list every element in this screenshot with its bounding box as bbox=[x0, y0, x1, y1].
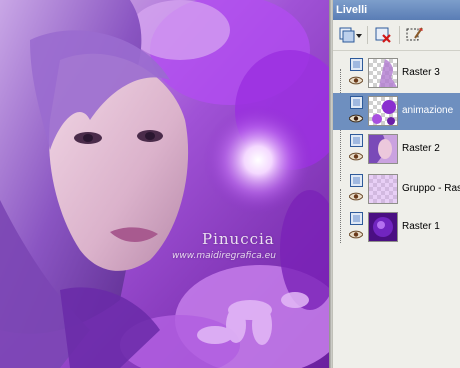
visibility-eye-icon[interactable] bbox=[349, 76, 363, 85]
watermark-url: www.maidiregrafica.eu bbox=[172, 251, 276, 261]
new-raster-layer-icon[interactable] bbox=[337, 25, 357, 45]
layers-list: Raster 3 animazione Raster 2 Gruppo - Ra… bbox=[333, 51, 460, 251]
layer-thumbnail bbox=[368, 212, 398, 242]
layer-thumbnail bbox=[368, 58, 398, 88]
layer-row-gruppo[interactable]: Gruppo - Ras bbox=[333, 171, 460, 208]
visibility-eye-icon[interactable] bbox=[349, 152, 363, 161]
canvas-artwork bbox=[0, 0, 329, 368]
panel-title[interactable]: Livelli bbox=[333, 0, 460, 20]
delete-layer-icon[interactable] bbox=[373, 25, 393, 45]
layer-name: Raster 2 bbox=[402, 143, 440, 154]
layers-toolbar bbox=[333, 20, 460, 51]
watermark-title: Pinuccia bbox=[202, 230, 275, 248]
image-canvas[interactable]: Pinuccia www.maidiregrafica.eu bbox=[0, 0, 329, 368]
raster-layer-icon bbox=[350, 134, 363, 147]
raster-layer-icon bbox=[350, 58, 363, 71]
layer-row-raster-2[interactable]: Raster 2 bbox=[333, 131, 460, 168]
layer-row-raster-1[interactable]: Raster 1 bbox=[333, 209, 460, 246]
layer-name: animazione bbox=[402, 105, 454, 116]
layer-name: Gruppo - Ras bbox=[402, 183, 460, 194]
edit-selection-icon[interactable] bbox=[405, 25, 425, 45]
layer-thumbnail bbox=[368, 174, 398, 204]
layer-row-animazione[interactable]: animazione bbox=[333, 93, 460, 130]
raster-layer-icon bbox=[350, 174, 363, 187]
layers-panel: Livelli Raster 3 animazione Raster 2 Gru… bbox=[332, 0, 460, 368]
visibility-eye-icon[interactable] bbox=[349, 230, 363, 239]
layer-row-raster-3[interactable]: Raster 3 bbox=[333, 55, 460, 92]
toolbar-separator bbox=[367, 26, 368, 44]
toolbar-separator bbox=[399, 26, 400, 44]
visibility-eye-icon[interactable] bbox=[349, 192, 363, 201]
layer-thumbnail bbox=[368, 96, 398, 126]
layer-name: Raster 3 bbox=[402, 67, 440, 78]
raster-layer-icon bbox=[350, 96, 363, 109]
visibility-eye-icon[interactable] bbox=[349, 114, 363, 123]
layer-name: Raster 1 bbox=[402, 221, 440, 232]
raster-layer-icon bbox=[350, 212, 363, 225]
chevron-down-icon[interactable] bbox=[355, 25, 363, 45]
layer-thumbnail bbox=[368, 134, 398, 164]
